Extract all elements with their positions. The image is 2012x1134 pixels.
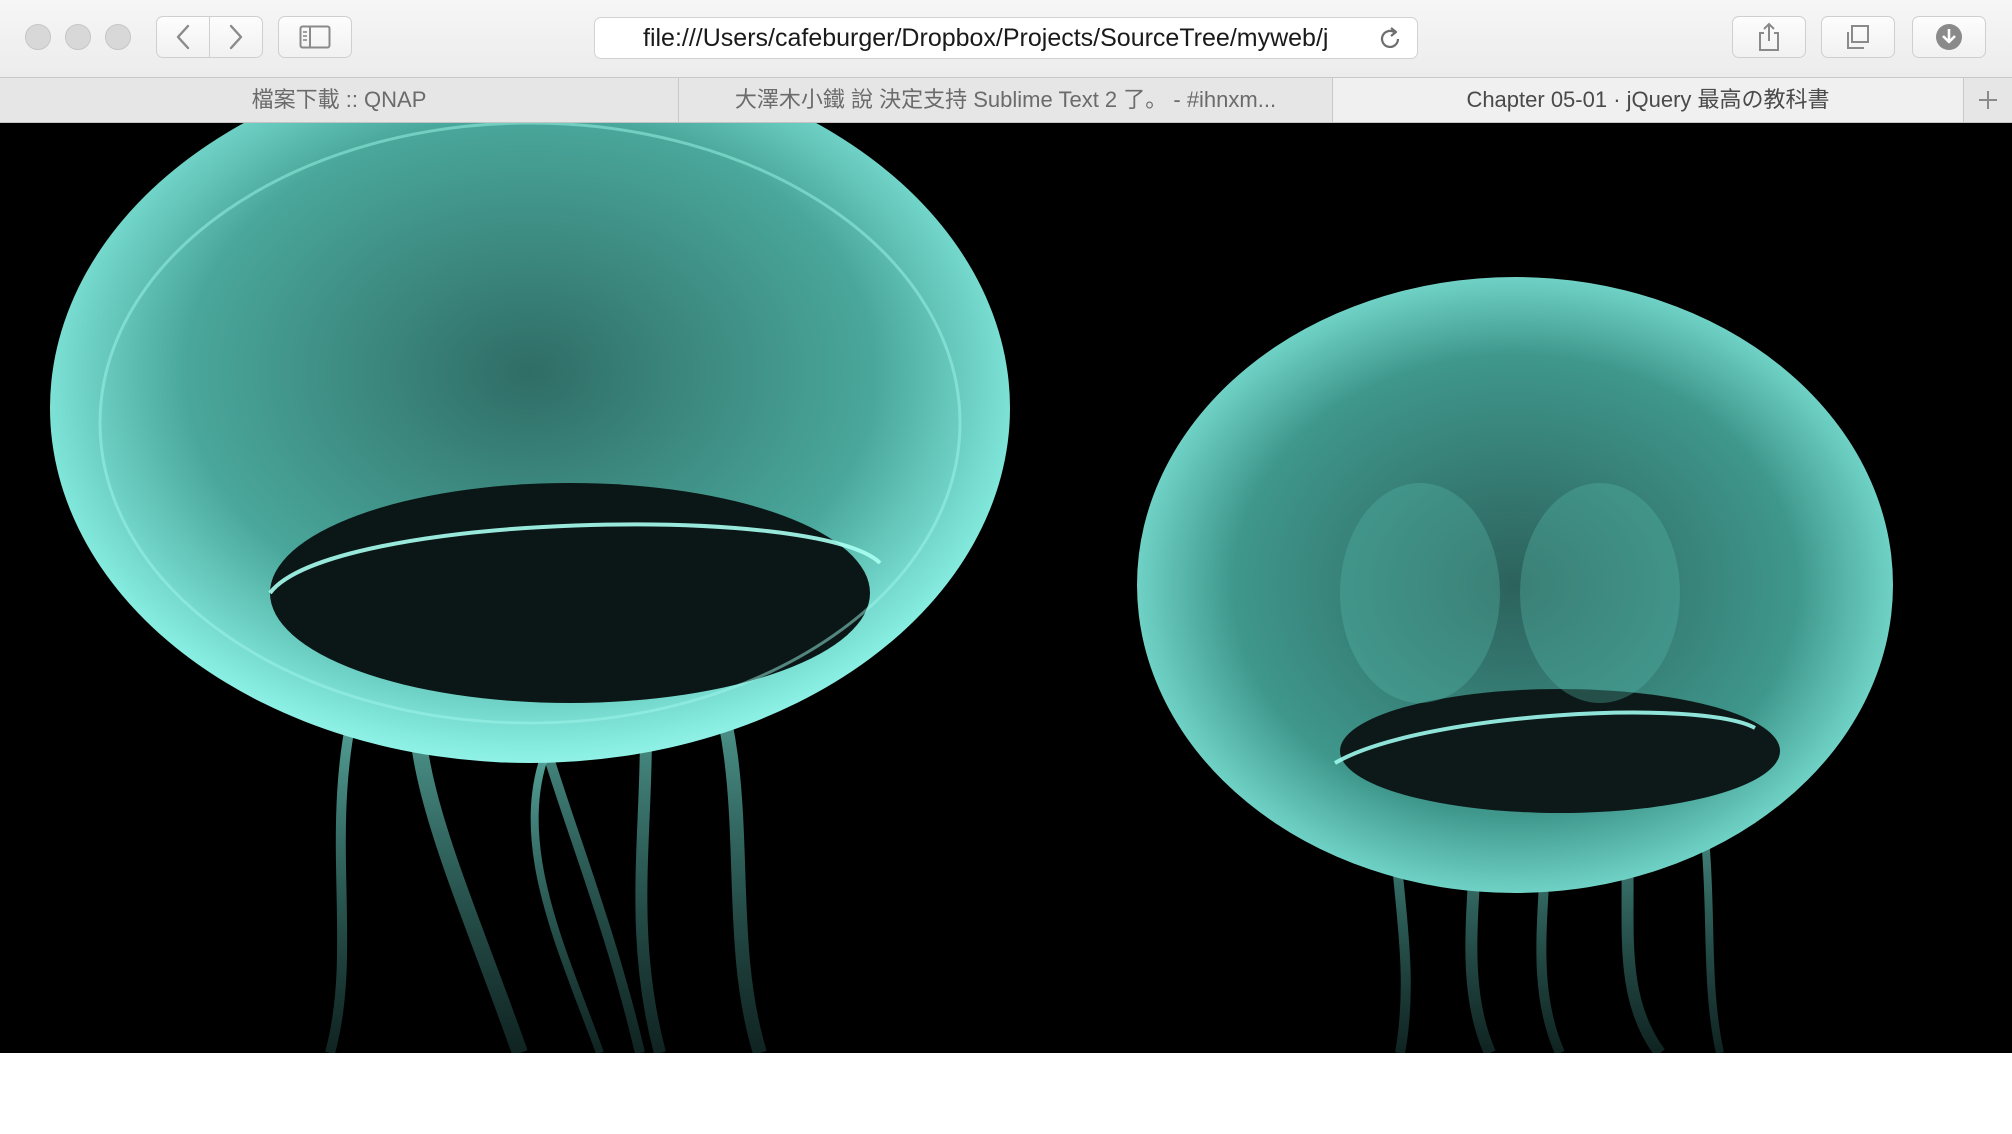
forward-button[interactable] <box>209 16 263 58</box>
jellyfish-image <box>0 123 2012 1053</box>
tab-label: Chapter 05-01 · jQuery 最高の教科書 <box>1466 87 1830 112</box>
tab-ihnxm[interactable]: 大澤木小鐵 說 決定支持 Sublime Text 2 了。 - #ihnxm.… <box>679 78 1333 122</box>
share-icon <box>1759 22 1779 51</box>
tab-overview-button[interactable] <box>1821 16 1895 58</box>
tab-bar: 檔案下載 :: QNAP 大澤木小鐵 說 決定支持 Sublime Text 2… <box>0 77 2012 123</box>
url-text[interactable]: file:///Users/cafeburger/Dropbox/Project… <box>643 18 1355 58</box>
web-content <box>0 123 2012 1134</box>
share-button[interactable] <box>1732 16 1806 58</box>
tab-qnap[interactable]: 檔案下載 :: QNAP <box>0 78 679 122</box>
tab-jquery-chapter[interactable]: Chapter 05-01 · jQuery 最高の教科書 <box>1333 78 1964 122</box>
zoom-window-button[interactable] <box>105 24 131 50</box>
back-button[interactable] <box>156 16 210 58</box>
reload-icon[interactable] <box>1377 26 1403 52</box>
minimize-window-button[interactable] <box>65 24 91 50</box>
close-window-button[interactable] <box>25 24 51 50</box>
new-tab-button[interactable] <box>1963 78 2012 122</box>
download-icon <box>1936 24 1962 50</box>
sidebar-icon <box>299 25 331 49</box>
chevron-left-icon <box>176 24 190 50</box>
chevron-right-icon <box>229 24 243 50</box>
browser-toolbar: file:///Users/cafeburger/Dropbox/Project… <box>0 0 2012 77</box>
jellyfish-photo <box>0 123 2012 1053</box>
downloads-button[interactable] <box>1912 16 1986 58</box>
sidebar-button[interactable] <box>278 16 352 58</box>
tab-overview-icon <box>1847 25 1869 49</box>
address-bar[interactable]: file:///Users/cafeburger/Dropbox/Project… <box>594 17 1418 59</box>
tab-label: 大澤木小鐵 說 決定支持 Sublime Text 2 了。 - #ihnxm.… <box>734 87 1277 112</box>
tab-label: 檔案下載 :: QNAP <box>251 87 427 112</box>
plus-icon <box>1979 91 1997 109</box>
